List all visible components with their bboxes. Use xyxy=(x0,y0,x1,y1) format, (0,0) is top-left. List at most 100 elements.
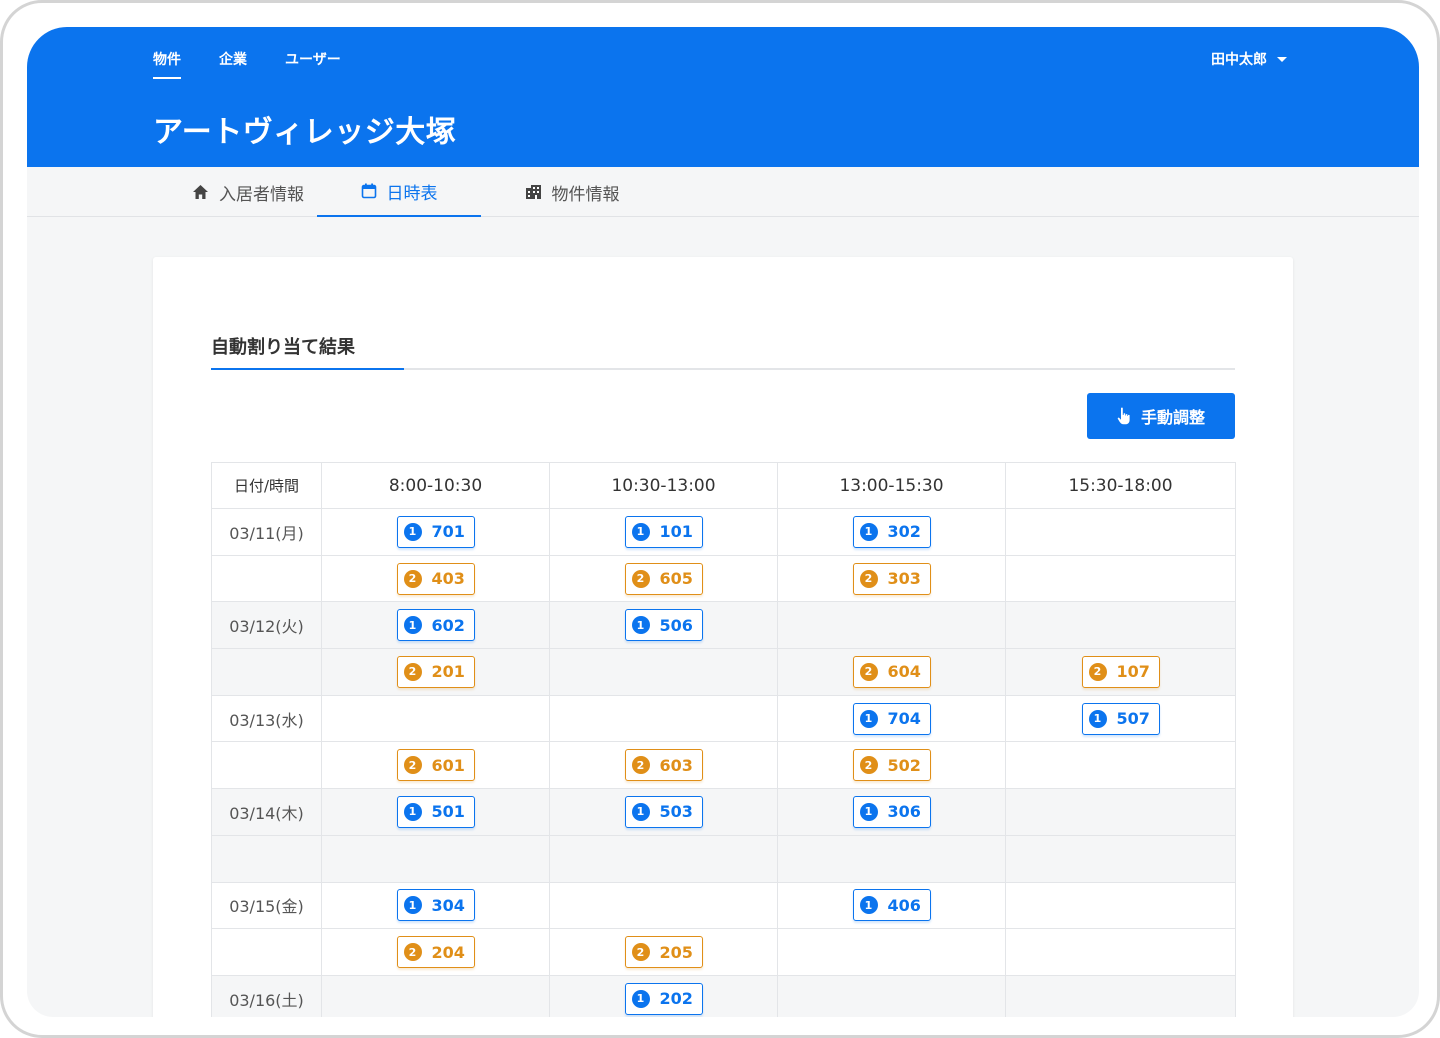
slot-cell: 1 701 xyxy=(321,508,550,556)
priority-badge: 2 xyxy=(859,662,878,681)
room-chip[interactable]: 2 201 xyxy=(396,655,475,688)
room-chip[interactable]: 1 507 xyxy=(1081,702,1160,735)
room-chip[interactable]: 1 501 xyxy=(396,795,475,828)
priority-badge: 1 xyxy=(403,802,422,821)
room-chip[interactable]: 2 603 xyxy=(624,749,703,782)
room-number: 604 xyxy=(887,662,921,682)
slot-cell xyxy=(777,601,1006,649)
slot-cell xyxy=(1005,974,1236,1017)
room-number: 704 xyxy=(887,709,921,729)
tab-residents[interactable]: 入居者情報 xyxy=(153,167,343,217)
calendar-icon xyxy=(361,183,377,199)
room-chip[interactable]: 2 604 xyxy=(852,655,931,688)
slot-cell xyxy=(321,694,550,742)
app-header: 物件 企業 ユーザー 田中太郎 アートヴィレッジ大塚 xyxy=(27,27,1419,167)
date-cell xyxy=(211,928,322,976)
room-chip[interactable]: 1 202 xyxy=(624,982,703,1015)
schedule-body: 03/11(月) 1 701 1 101 1 302 2 403 2 605 2 303 03/12(火)… xyxy=(211,508,1236,1017)
priority-badge: 2 xyxy=(859,569,878,588)
slot-cell: 2 303 xyxy=(777,554,1006,602)
room-chip[interactable]: 1 701 xyxy=(396,515,475,548)
room-number: 304 xyxy=(431,895,465,915)
room-number: 406 xyxy=(887,895,921,915)
header-slot-1: 8:00-10:30 xyxy=(321,462,550,509)
room-chip[interactable]: 1 602 xyxy=(396,609,475,642)
room-chip[interactable]: 1 101 xyxy=(624,515,703,548)
slot-cell: 2 601 xyxy=(321,741,550,789)
slot-cell: 2 107 xyxy=(1005,648,1236,696)
slot-cell: 2 403 xyxy=(321,554,550,602)
room-chip[interactable]: 1 302 xyxy=(852,515,931,548)
manual-adjust-label: 手動調整 xyxy=(1140,408,1205,427)
slot-cell: 2 205 xyxy=(549,928,778,976)
user-menu[interactable]: 田中太郎 xyxy=(1211,49,1287,69)
slot-cell: 2 201 xyxy=(321,648,550,696)
schedule-row: 03/15(金) 1 304 1 406 xyxy=(211,881,1236,929)
room-chip[interactable]: 1 406 xyxy=(852,889,931,922)
room-number: 107 xyxy=(1116,662,1150,682)
priority-badge: 2 xyxy=(859,756,878,775)
room-chip[interactable]: 2 502 xyxy=(852,749,931,782)
schedule-table: 日付/時間 8:00-10:30 10:30-13:00 13:00-15:30… xyxy=(211,462,1236,1017)
room-chip[interactable]: 1 506 xyxy=(624,609,703,642)
priority-badge: 2 xyxy=(631,756,650,775)
slot-cell xyxy=(1005,881,1236,929)
priority-badge: 1 xyxy=(859,709,878,728)
tab-schedule[interactable]: 日時表 xyxy=(317,167,481,217)
schedule-row: 03/11(月) 1 701 1 101 1 302 xyxy=(211,508,1236,556)
room-chip[interactable]: 1 306 xyxy=(852,795,931,828)
slot-cell xyxy=(1005,601,1236,649)
priority-badge: 2 xyxy=(403,662,422,681)
caret-down-icon xyxy=(1277,56,1287,62)
slot-cell: 1 101 xyxy=(549,508,778,556)
device-frame: 物件 企業 ユーザー 田中太郎 アートヴィレッジ大塚 入居者情報 日時表 物件情… xyxy=(0,0,1440,1038)
date-cell: 03/13(水) xyxy=(211,694,322,742)
slot-cell: 1 501 xyxy=(321,788,550,836)
room-chip[interactable]: 1 304 xyxy=(396,889,475,922)
room-chip[interactable]: 1 503 xyxy=(624,795,703,828)
nav-item-properties[interactable]: 物件 xyxy=(153,49,181,79)
room-number: 605 xyxy=(659,569,693,589)
room-chip[interactable]: 2 303 xyxy=(852,562,931,595)
header-slot-4: 15:30-18:00 xyxy=(1005,462,1236,509)
slot-cell xyxy=(1005,741,1236,789)
header-slot-2: 10:30-13:00 xyxy=(549,462,778,509)
priority-badge: 1 xyxy=(631,616,650,635)
date-cell: 03/12(火) xyxy=(211,601,322,649)
room-chip[interactable]: 1 704 xyxy=(852,702,931,735)
room-chip[interactable]: 2 204 xyxy=(396,936,475,969)
priority-badge: 2 xyxy=(631,569,650,588)
manual-adjust-button[interactable]: 手動調整 xyxy=(1087,393,1235,439)
slot-cell: 1 704 xyxy=(777,694,1006,742)
slot-cell xyxy=(1005,928,1236,976)
priority-badge: 1 xyxy=(403,522,422,541)
date-cell xyxy=(211,741,322,789)
priority-badge: 1 xyxy=(859,522,878,541)
schedule-row: 03/16(土) 1 202 xyxy=(211,974,1236,1017)
section-divider-accent xyxy=(211,368,404,370)
priority-badge: 1 xyxy=(631,522,650,541)
slot-cell xyxy=(549,648,778,696)
room-number: 205 xyxy=(659,942,693,962)
priority-badge: 1 xyxy=(631,802,650,821)
tab-property-info[interactable]: 物件情報 xyxy=(497,167,647,217)
slot-cell: 2 604 xyxy=(777,648,1006,696)
tab-property-info-label: 物件情報 xyxy=(551,184,620,205)
room-number: 502 xyxy=(887,755,921,775)
nav-item-users[interactable]: ユーザー xyxy=(285,49,341,79)
slot-cell: 2 204 xyxy=(321,928,550,976)
priority-badge: 2 xyxy=(403,943,422,962)
slot-cell: 1 306 xyxy=(777,788,1006,836)
room-chip[interactable]: 2 605 xyxy=(624,562,703,595)
room-chip[interactable]: 2 107 xyxy=(1081,655,1160,688)
page-title: アートヴィレッジ大塚 xyxy=(153,115,457,150)
room-chip[interactable]: 2 601 xyxy=(396,749,475,782)
room-number: 602 xyxy=(431,615,465,635)
room-chip[interactable]: 2 403 xyxy=(396,562,475,595)
date-cell xyxy=(211,554,322,602)
slot-cell: 1 302 xyxy=(777,508,1006,556)
slot-cell xyxy=(549,834,778,882)
room-chip[interactable]: 2 205 xyxy=(624,936,703,969)
nav-item-companies[interactable]: 企業 xyxy=(219,49,247,79)
user-name: 田中太郎 xyxy=(1211,52,1267,68)
